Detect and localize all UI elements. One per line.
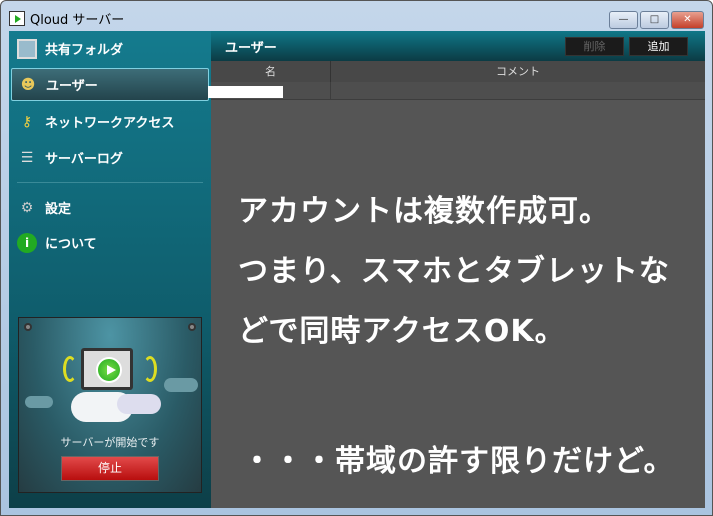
- sidebar: 共有フォルダ ☻ ユーザー ⚷ ネットワークアクセス ☰ サーバーログ ⚙ 設定 i につ…: [9, 31, 211, 508]
- play-icon: [96, 357, 122, 383]
- overlay-caption-line: ・・・帯域の許す限りだけど。: [242, 444, 675, 479]
- add-button[interactable]: 追加: [629, 37, 688, 56]
- redacted-username: [208, 86, 283, 98]
- screw-icon: [24, 323, 32, 331]
- gear-icon: ⚙: [20, 199, 34, 216]
- server-status-panel: サーバーが開始です 停止: [18, 317, 202, 493]
- log-list-icon: ☰: [20, 149, 34, 166]
- sidebar-item-settings[interactable]: ⚙ 設定: [11, 191, 209, 224]
- cloud-icon: [164, 378, 198, 392]
- stop-button[interactable]: 停止: [61, 456, 159, 481]
- sidebar-item-about[interactable]: i について: [11, 226, 209, 259]
- app-icon: [9, 11, 25, 26]
- overlay-caption-line: つまり、スマホとタブレットな: [238, 254, 670, 289]
- column-header-comment[interactable]: コメント: [331, 61, 705, 82]
- signal-wave-icon: [63, 356, 77, 382]
- maximize-button[interactable]: □: [640, 11, 669, 29]
- sidebar-divider: [17, 182, 203, 183]
- table-row[interactable]: [208, 82, 705, 100]
- page-title: ユーザー: [225, 41, 277, 56]
- screw-icon: [188, 323, 196, 331]
- signal-wave-icon: [143, 356, 157, 382]
- close-button[interactable]: ✕: [671, 11, 704, 29]
- minimize-button[interactable]: —: [609, 11, 638, 29]
- window-title: Qloud サーバー: [30, 13, 125, 28]
- sidebar-item-users[interactable]: ☻ ユーザー: [11, 68, 209, 101]
- sidebar-item-server-log[interactable]: ☰ サーバーログ: [11, 141, 209, 174]
- cloud-icon: [25, 396, 53, 408]
- server-monitor-icon: [81, 348, 133, 390]
- main-header: ユーザー 削除 追加: [211, 31, 705, 61]
- user-icon: ☻: [20, 76, 36, 93]
- server-status-text: サーバーが開始です: [60, 436, 160, 449]
- cloud-icon: [117, 394, 161, 414]
- sidebar-item-network-access[interactable]: ⚷ ネットワークアクセス: [11, 105, 209, 138]
- info-icon: i: [17, 232, 37, 253]
- overlay-caption-line: どで同時アクセスOK。: [238, 314, 566, 349]
- overlay-caption-line: アカウントは複数作成可。: [238, 194, 610, 229]
- delete-button[interactable]: 削除: [565, 37, 624, 56]
- title-bar: Qloud サーバー: [9, 9, 124, 28]
- key-icon: ⚷: [21, 113, 33, 130]
- table-header: 名 コメント: [211, 61, 705, 82]
- folder-monitor-icon: [17, 38, 37, 59]
- sidebar-item-shared-folder[interactable]: 共有フォルダ: [11, 32, 209, 65]
- column-header-name[interactable]: 名: [211, 61, 331, 82]
